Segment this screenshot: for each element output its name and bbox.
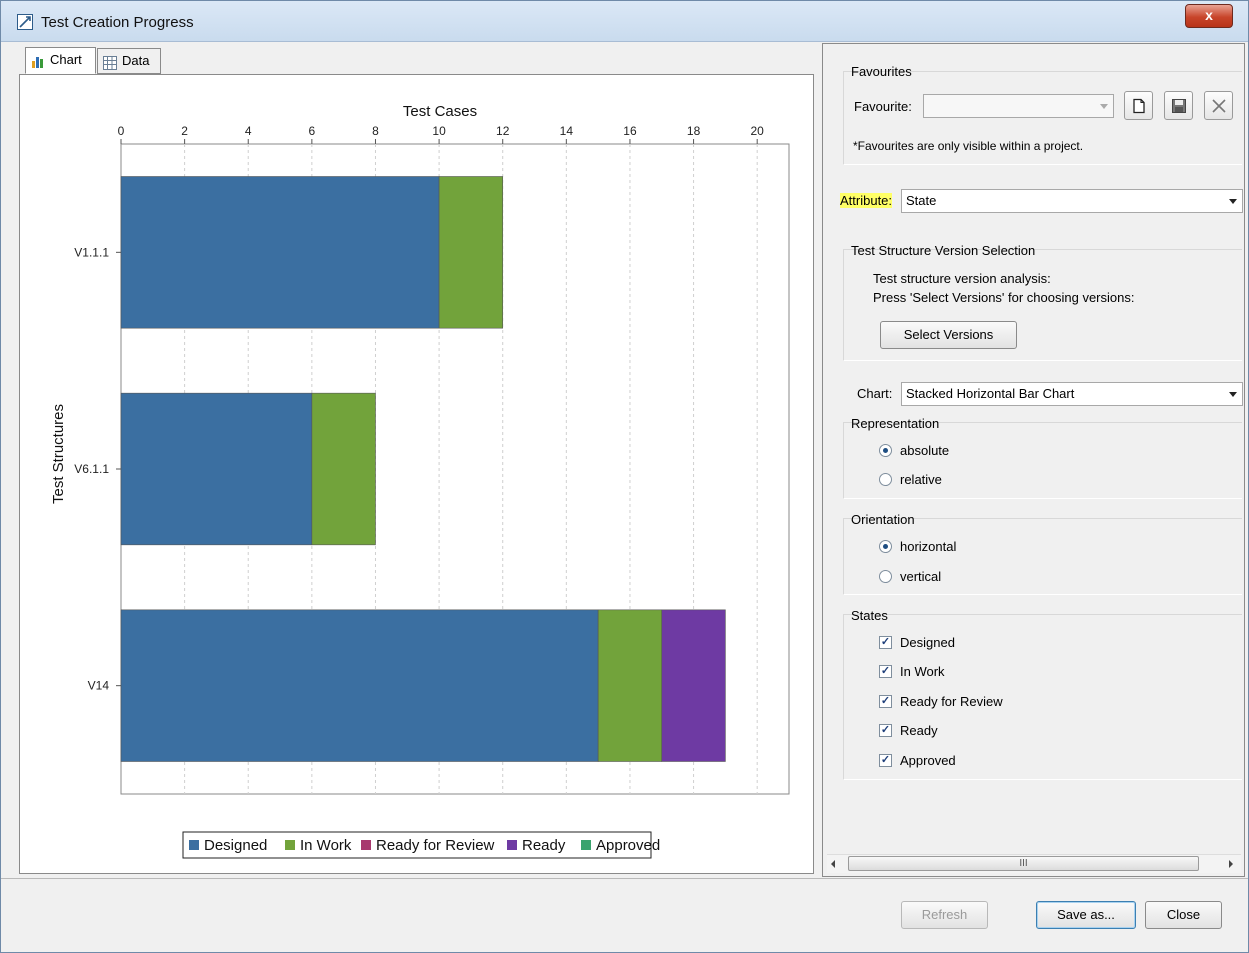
legend-label: Ready	[522, 837, 566, 854]
title-bar[interactable]: Test Creation Progress x	[1, 1, 1248, 42]
radio-vertical-label: vertical	[900, 569, 942, 584]
x-tick-label: 10	[432, 124, 446, 138]
representation-group	[843, 422, 1242, 499]
x-tick-label: 12	[496, 124, 510, 138]
chevron-down-icon	[1229, 199, 1237, 204]
checkbox-ready-for-review-label: Ready for Review	[900, 694, 1003, 709]
x-tick-label: 0	[118, 124, 125, 138]
radio-horizontal-label: horizontal	[900, 539, 957, 554]
checkbox-designed[interactable]: ✓	[879, 636, 892, 649]
x-axis-title: Test Cases	[403, 103, 477, 120]
legend-label: Ready for Review	[376, 837, 495, 854]
chart-type-select[interactable]: Stacked Horizontal Bar Chart	[901, 382, 1243, 406]
bar-segment	[438, 176, 504, 329]
checkbox-approved-label: Approved	[900, 753, 956, 768]
y-tick-label: V6.1.1	[74, 462, 109, 476]
x-tick-label: 14	[560, 124, 574, 138]
tab-data-label: Data	[122, 53, 150, 68]
chart-icon	[31, 53, 45, 68]
x-tick-label: 2	[181, 124, 188, 138]
select-versions-button[interactable]: Select Versions	[880, 321, 1017, 349]
bar-segment	[311, 392, 376, 546]
x-tick-label: 16	[623, 124, 637, 138]
legend-swatch	[285, 840, 295, 850]
favourites-note: *Favourites are only visible within a pr…	[853, 139, 1084, 153]
radio-relative-label: relative	[900, 472, 942, 487]
stacked-bar-chart: 0 2 4 6 8 10 12 14 16 18 20 Test Cases Test Structur…	[50, 103, 790, 859]
chevron-down-icon	[1100, 104, 1108, 109]
scroll-right-icon[interactable]	[1229, 860, 1233, 868]
horizontal-scrollbar[interactable]: III	[827, 854, 1241, 873]
close-button[interactable]: Close	[1145, 901, 1222, 929]
tab-chart[interactable]: Chart	[25, 47, 96, 74]
window-close-button[interactable]: x	[1185, 4, 1233, 28]
legend-label: Designed	[204, 837, 267, 854]
scrollbar-thumb[interactable]: III	[848, 856, 1199, 871]
legend-swatch	[581, 840, 591, 850]
save-icon	[1172, 99, 1186, 113]
legend-swatch	[507, 840, 517, 850]
x-tick-label: 6	[309, 124, 316, 138]
favourite-label: Favourite:	[854, 99, 912, 114]
legend-label: In Work	[300, 837, 352, 854]
dialog-window: Test Creation Progress x Chart Data 0 2 4 6…	[0, 0, 1249, 953]
x-tick-label: 18	[687, 124, 701, 138]
radio-relative[interactable]	[879, 473, 892, 486]
x-tick-label: 20	[751, 124, 765, 138]
x-tick-label: 4	[245, 124, 252, 138]
delete-icon	[1212, 99, 1226, 113]
radio-absolute[interactable]	[879, 444, 892, 457]
legend-swatch	[189, 840, 199, 850]
y-axis-title: Test Structures	[50, 404, 67, 504]
window-title: Test Creation Progress	[41, 14, 194, 31]
radio-absolute-label: absolute	[900, 443, 950, 458]
favourite-select[interactable]	[923, 94, 1114, 118]
save-favourite-button[interactable]	[1164, 91, 1193, 120]
checkbox-ready-for-review[interactable]: ✓	[879, 695, 892, 708]
tab-data[interactable]: Data	[97, 48, 161, 74]
checkbox-approved[interactable]: ✓	[879, 754, 892, 767]
bar-segment	[661, 609, 726, 762]
legend-swatch	[361, 840, 371, 850]
legend-label: Approved	[596, 837, 660, 854]
new-document-icon	[1133, 98, 1145, 114]
checkbox-designed-label: Designed	[900, 635, 955, 650]
representation-group-label: Representation	[851, 416, 940, 431]
save-as-button[interactable]: Save as...	[1036, 901, 1136, 929]
radio-vertical[interactable]	[879, 570, 892, 583]
favourites-group-label: Favourites	[851, 64, 912, 79]
version-analysis-text: Test structure version analysis:	[873, 271, 1051, 286]
checkbox-in-work-label: In Work	[900, 664, 945, 679]
orientation-group-label: Orientation	[851, 512, 915, 527]
refresh-button[interactable]: Refresh	[901, 901, 988, 929]
y-tick-label: V14	[88, 679, 110, 693]
table-icon	[103, 54, 117, 70]
checkbox-ready-label: Ready	[900, 723, 938, 738]
bar-segment	[120, 609, 599, 762]
scroll-left-icon[interactable]	[831, 860, 835, 868]
chevron-down-icon	[1229, 392, 1237, 397]
app-chart-icon	[17, 14, 33, 30]
checkbox-in-work[interactable]: ✓	[879, 665, 892, 678]
y-tick-label: V1.1.1	[74, 245, 109, 259]
tab-chart-label: Chart	[50, 52, 82, 67]
footer-divider	[1, 878, 1248, 879]
delete-favourite-button[interactable]	[1204, 91, 1233, 120]
radio-horizontal[interactable]	[879, 540, 892, 553]
new-favourite-button[interactable]	[1124, 91, 1153, 120]
x-tick-label: 8	[372, 124, 379, 138]
version-hint-text: Press 'Select Versions' for choosing ver…	[873, 290, 1135, 305]
attribute-label: Attribute:	[840, 193, 893, 208]
states-group-label: States	[851, 608, 888, 623]
chart-type-label: Chart:	[857, 386, 893, 401]
bar-segment	[597, 609, 663, 762]
attribute-select[interactable]: State	[901, 189, 1243, 213]
checkbox-ready[interactable]: ✓	[879, 724, 892, 737]
bar-segment	[120, 392, 313, 546]
version-selection-group-label: Test Structure Version Selection	[851, 243, 1036, 258]
bar-segment	[120, 176, 440, 329]
